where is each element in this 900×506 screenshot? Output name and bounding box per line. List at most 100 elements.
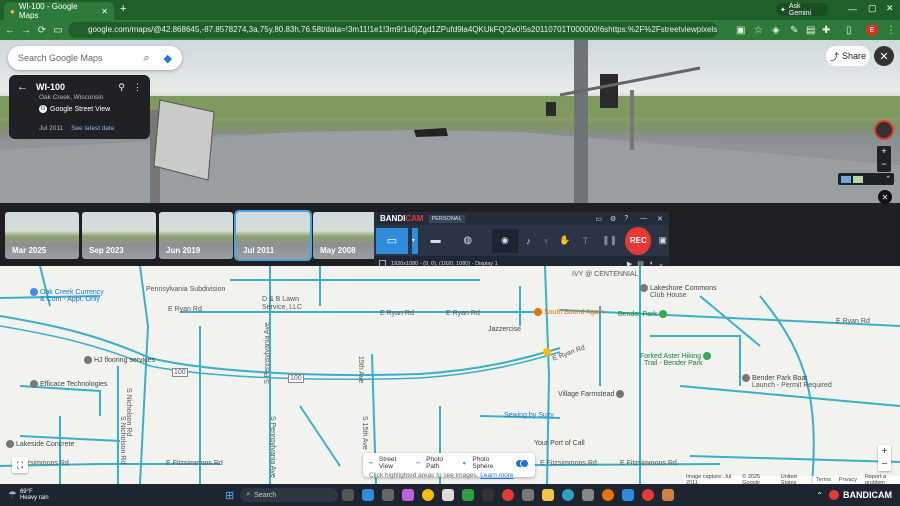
privacy-link[interactable]: Privacy bbox=[839, 477, 857, 483]
minimize-window-icon[interactable]: — bbox=[848, 4, 857, 14]
forward-icon[interactable]: → bbox=[18, 25, 34, 36]
webcam-toggle-button[interactable]: ◉ bbox=[491, 228, 519, 253]
mouse-effects-icon[interactable]: ✋ bbox=[559, 235, 570, 246]
poi-hj-flooring[interactable]: HJ flooring services bbox=[84, 356, 155, 364]
map-area[interactable]: Oak Creek Currency & Com - Appt. Only Pe… bbox=[0, 266, 900, 484]
poi-bender-park[interactable]: Bender Park bbox=[618, 310, 667, 318]
task-view-icon[interactable] bbox=[342, 489, 355, 501]
split-view-icon[interactable]: ▯ bbox=[846, 25, 852, 36]
microphone-icon[interactable]: ♆ bbox=[543, 236, 550, 246]
timeline-thumb-jun-2019[interactable]: Jun 2019 bbox=[159, 212, 233, 259]
poi-lakeside-concrete[interactable]: Lakeside Concrete bbox=[6, 440, 74, 448]
photoshop-app-icon[interactable] bbox=[462, 489, 475, 501]
extension-icon-2[interactable]: ✎ bbox=[790, 25, 798, 36]
chrome-app-icon[interactable] bbox=[422, 489, 435, 501]
poi-forked-aster[interactable]: Forked Aster Hiking bbox=[640, 352, 712, 360]
poi-your-port-of-call[interactable]: Your Port of Call bbox=[534, 440, 585, 447]
search-icon[interactable]: ⌕ bbox=[143, 52, 149, 65]
maximize-window-icon[interactable]: ▢ bbox=[868, 3, 877, 14]
poi-oak-creek-currency[interactable]: Oak Creek Currency bbox=[30, 288, 104, 296]
sv-zoom-out-button[interactable]: − bbox=[877, 159, 891, 172]
close-tab-icon[interactable]: ✕ bbox=[101, 7, 108, 16]
settings-gear-icon[interactable]: ⚙ bbox=[610, 215, 616, 223]
bandicam-minimize-icon[interactable]: — bbox=[640, 215, 647, 222]
poi-jazzercise[interactable]: Jazzercise bbox=[488, 326, 521, 333]
text-overlay-icon[interactable]: T bbox=[583, 236, 589, 246]
close-window-icon[interactable]: ✕ bbox=[886, 3, 894, 14]
media-app-icon[interactable] bbox=[522, 489, 535, 501]
store-app-icon[interactable] bbox=[382, 489, 395, 501]
terminal-app-icon[interactable] bbox=[482, 489, 495, 501]
device-mode-button[interactable]: ▬ bbox=[422, 228, 450, 254]
url-field[interactable]: google.com/maps/@42.868645,-87.8578274,3… bbox=[68, 22, 718, 38]
directions-icon[interactable]: ◆ bbox=[164, 52, 172, 65]
new-tab-button[interactable]: + bbox=[120, 3, 126, 15]
see-latest-date-link[interactable]: See latest date bbox=[71, 125, 114, 132]
back-arrow-icon[interactable]: ← bbox=[17, 81, 28, 93]
compass-icon[interactable] bbox=[874, 120, 894, 140]
map-zoom-in-button[interactable]: + bbox=[878, 445, 891, 458]
rec-button[interactable]: REC bbox=[625, 226, 652, 255]
mode-dropdown-button[interactable]: ▾ bbox=[411, 227, 418, 254]
weather-widget[interactable]: ☂ 69°F Heavy rain bbox=[0, 489, 80, 501]
share-button[interactable]: ⤴ Share bbox=[826, 46, 870, 66]
fullscreen-button[interactable]: ⛶ bbox=[12, 457, 28, 473]
map-layer-toggle[interactable]: ⌃ bbox=[838, 173, 894, 185]
vscode-app-icon[interactable] bbox=[362, 489, 375, 501]
notepad-app-icon[interactable] bbox=[442, 489, 455, 501]
poi-bender-park-boat[interactable]: Bender Park Boat bbox=[742, 374, 807, 382]
browser-tab[interactable]: ● WI-100 - Google Maps ✕ bbox=[4, 2, 114, 20]
more-options-icon[interactable]: ⋮ bbox=[133, 82, 142, 93]
tray-chevron-icon[interactable]: ⌃ bbox=[816, 491, 823, 500]
close-timeline-button[interactable]: ✕ bbox=[878, 190, 892, 204]
learn-more-link[interactable]: Learn more bbox=[480, 472, 513, 479]
timeline-thumb-jul-2011[interactable]: Jul 2011 bbox=[234, 210, 312, 261]
bandicam-close-icon[interactable]: ✕ bbox=[657, 215, 663, 223]
sidebar-icon[interactable]: ▭ bbox=[50, 25, 66, 36]
timeline-thumb-mar-2025[interactable]: Mar 2025 bbox=[5, 212, 79, 259]
extension-icon-1[interactable]: ◈ bbox=[772, 25, 780, 36]
extensions-puzzle-icon[interactable]: ✚ bbox=[822, 25, 830, 36]
speaker-icon[interactable]: ♪ bbox=[526, 236, 531, 246]
search-input[interactable]: Search Google Maps bbox=[18, 53, 143, 63]
install-icon[interactable]: ▣ bbox=[736, 25, 745, 36]
folder-icon[interactable]: ▭ bbox=[595, 215, 602, 223]
pause-icon[interactable]: ❚❚ bbox=[602, 235, 617, 246]
extension-icon-3[interactable]: ▤ bbox=[806, 25, 815, 36]
poi-south-bound-again[interactable]: South Bound Again bbox=[534, 308, 604, 316]
copilot-app-icon[interactable] bbox=[402, 489, 415, 501]
sv-zoom-in-button[interactable]: + bbox=[877, 146, 891, 159]
browser-menu-icon[interactable]: ⋮ bbox=[886, 25, 896, 36]
map-zoom-out-button[interactable]: − bbox=[878, 458, 891, 471]
bandicam-app-icon[interactable] bbox=[502, 489, 515, 501]
chrome-profile-2-app-icon[interactable] bbox=[642, 489, 655, 501]
back-icon[interactable]: ← bbox=[2, 25, 18, 36]
help-icon[interactable]: ? bbox=[624, 215, 628, 222]
bandicam-tray-icon[interactable] bbox=[829, 490, 839, 500]
paint-app-icon[interactable] bbox=[662, 489, 675, 501]
file-explorer-icon[interactable] bbox=[542, 489, 555, 501]
profile-avatar[interactable]: E bbox=[866, 24, 878, 36]
screenshot-camera-icon[interactable]: ▣ bbox=[658, 235, 667, 246]
reload-icon[interactable]: ⟳ bbox=[34, 25, 50, 36]
edge-app-icon[interactable] bbox=[562, 489, 575, 501]
poi-sewing-by-suzy[interactable]: Sewing by Suzy bbox=[504, 412, 554, 419]
search-box[interactable]: Search Google Maps ⌕ ◆ bbox=[8, 46, 182, 70]
expand-up-icon[interactable]: ⌃ bbox=[885, 175, 891, 183]
map-pin-icon[interactable]: ⚲ bbox=[118, 82, 125, 93]
close-street-view-button[interactable]: ✕ bbox=[874, 46, 894, 66]
ask-gemini-button[interactable]: ✦ Ask Gemini bbox=[776, 3, 828, 17]
game-mode-button[interactable]: ◍ bbox=[454, 228, 482, 254]
poi-village-farmstead[interactable]: Village Farmstead bbox=[558, 390, 625, 398]
taskbar-search[interactable]: ⌕ Search bbox=[240, 488, 339, 502]
screen-mode-button[interactable]: ▭ bbox=[376, 227, 408, 254]
coverage-toggle[interactable] bbox=[515, 458, 529, 468]
settings-app-icon[interactable] bbox=[582, 489, 595, 501]
windows-start-icon[interactable]: ⊞ bbox=[225, 489, 234, 502]
poi-lakeshore-commons[interactable]: Lakeshore Commons bbox=[640, 284, 717, 292]
bookmark-star-icon[interactable]: ☆ bbox=[754, 25, 763, 36]
poi-efficace[interactable]: Efficace Technologies bbox=[30, 380, 107, 388]
defender-app-icon[interactable] bbox=[622, 489, 635, 501]
chrome-profile-app-icon[interactable] bbox=[602, 489, 615, 501]
terms-link[interactable]: Terms bbox=[816, 477, 831, 483]
